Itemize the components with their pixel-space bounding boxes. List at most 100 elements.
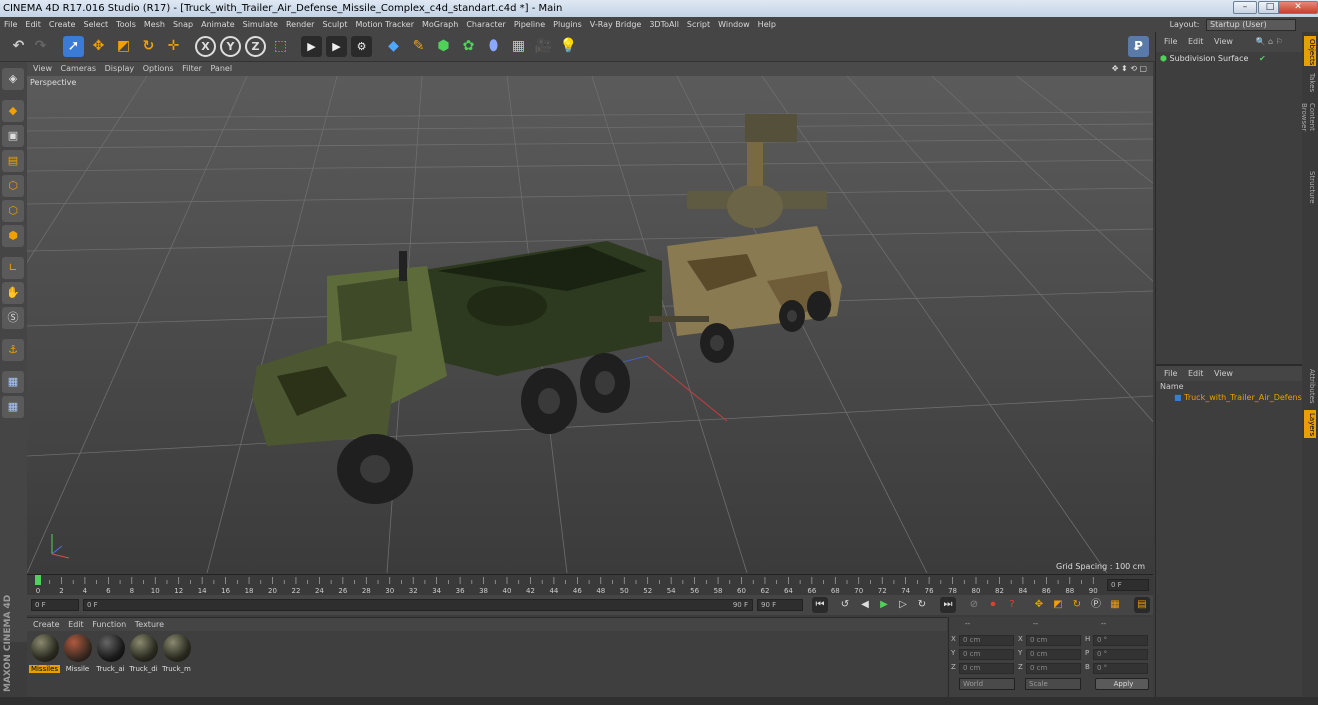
rotation-p-field[interactable]: 0 ° <box>1093 649 1148 660</box>
rotation-h-field[interactable]: 0 ° <box>1093 635 1148 646</box>
key-parameter-icon[interactable]: Ⓟ <box>1088 597 1104 613</box>
menu-tools[interactable]: Tools <box>112 17 140 32</box>
material-swatch[interactable]: Missiles <box>29 634 60 676</box>
render-settings-icon[interactable]: ⚙ <box>351 36 372 57</box>
make-editable-icon[interactable]: ◈ <box>2 68 24 90</box>
layer-menu-file[interactable]: File <box>1164 369 1177 378</box>
truck-model[interactable] <box>252 241 662 504</box>
play-icon[interactable]: ▶ <box>876 597 892 613</box>
position-x-field[interactable]: 0 cm <box>959 635 1014 646</box>
playhead-marker[interactable] <box>35 575 41 585</box>
size-x-field[interactable]: 0 cm <box>1026 635 1081 646</box>
floor-icon[interactable]: ▦ <box>508 36 529 57</box>
render-picture-viewer-icon[interactable]: ▶ <box>326 36 347 57</box>
tab-layers[interactable]: Layers <box>1304 410 1316 438</box>
previous-frame-icon[interactable]: ◀ <box>857 597 873 613</box>
material-menu-create[interactable]: Create <box>33 620 60 629</box>
object-menu-file[interactable]: File <box>1164 37 1177 46</box>
menu-mograph[interactable]: MoGraph <box>418 17 462 32</box>
select-tool-icon[interactable]: ➚ <box>63 36 84 57</box>
workplane-mode-icon[interactable]: ▤ <box>2 150 24 172</box>
object-enabled-check-icon[interactable]: ✔ <box>1259 52 1266 66</box>
axis-mode-icon[interactable]: ∟ <box>2 257 24 279</box>
model-mode-icon[interactable]: ◆ <box>2 100 24 122</box>
scale-mode-dropdown[interactable]: Scale <box>1025 678 1081 690</box>
tab-takes[interactable]: Takes <box>1304 70 1316 96</box>
menu-character[interactable]: Character <box>462 17 510 32</box>
points-mode-icon[interactable]: ⬡ <box>2 175 24 197</box>
key-position-icon[interactable]: ✥ <box>1031 597 1047 613</box>
size-z-field[interactable]: 0 cm <box>1026 663 1081 674</box>
menu-help[interactable]: Help <box>754 17 780 32</box>
material-swatch[interactable]: Truck_ai <box>95 634 126 676</box>
next-key-icon[interactable]: ↻ <box>914 597 930 613</box>
viewport-navigation-icons[interactable]: ✥ ⬍ ⟲ ▢ <box>1112 62 1147 76</box>
timeline-ruler[interactable]: 0 2 4 6 8 10 12 14 16 18 20 22 24 26 28 30 32 34 36 38 40 42 4… <box>27 574 1153 595</box>
menu-snap[interactable]: Snap <box>169 17 197 32</box>
cloner-icon[interactable]: ✿ <box>458 36 479 57</box>
record-active-icon[interactable]: ⊘ <box>966 597 982 613</box>
viewport-menu-cameras[interactable]: Cameras <box>61 64 97 73</box>
close-button[interactable]: ✕ <box>1278 1 1318 14</box>
position-z-field[interactable]: 0 cm <box>959 663 1014 674</box>
cube-primitive-icon[interactable]: ◆ <box>383 36 404 57</box>
tab-attributes[interactable]: Attributes <box>1304 366 1316 406</box>
key-scale-icon[interactable]: ◩ <box>1050 597 1066 613</box>
menu-script[interactable]: Script <box>683 17 714 32</box>
viewport-menu-view[interactable]: View <box>33 64 52 73</box>
next-frame-icon[interactable]: ▷ <box>895 597 911 613</box>
redo-icon[interactable]: ↷ <box>30 36 51 57</box>
timeline-end-field[interactable]: 0 F <box>1107 579 1149 591</box>
scale-tool-icon[interactable]: ◩ <box>113 36 134 57</box>
object-row[interactable]: ⬢ Subdivision Surface ✔ <box>1156 52 1302 66</box>
material-menu-function[interactable]: Function <box>92 620 126 629</box>
menu-simulate[interactable]: Simulate <box>239 17 282 32</box>
menu-window[interactable]: Window <box>714 17 754 32</box>
menu-file[interactable]: File <box>0 17 21 32</box>
menu-3dtoall[interactable]: 3DToAll <box>645 17 683 32</box>
pen-spline-icon[interactable]: ✎ <box>408 36 429 57</box>
keyframe-selection-icon[interactable]: ? <box>1004 597 1020 613</box>
workplane-icon[interactable]: ⚓ <box>2 339 24 361</box>
frame-range-slider[interactable]: 0 F 90 F <box>83 599 753 611</box>
layout-dropdown[interactable]: Startup (User) <box>1206 18 1296 31</box>
menu-edit[interactable]: Edit <box>21 17 45 32</box>
viewport-menu-options[interactable]: Options <box>143 64 174 73</box>
layer-menu-view[interactable]: View <box>1214 369 1233 378</box>
key-rotation-icon[interactable]: ↻ <box>1069 597 1085 613</box>
3d-viewport[interactable]: Perspective Grid Spacing : 100 cm <box>27 76 1153 573</box>
material-swatch[interactable]: Missile <box>62 634 93 676</box>
autokey-icon[interactable]: ⏺ <box>985 597 1001 613</box>
viewport-menu-display[interactable]: Display <box>105 64 135 73</box>
menu-create[interactable]: Create <box>45 17 80 32</box>
material-swatch[interactable]: Truck_di <box>128 634 159 676</box>
go-to-start-icon[interactable]: ⏮ <box>812 597 828 613</box>
go-to-end-icon[interactable]: ⏭ <box>940 597 956 613</box>
layer-menu-edit[interactable]: Edit <box>1188 369 1204 378</box>
z-axis-lock-icon[interactable]: Z <box>245 36 266 57</box>
material-menu-texture[interactable]: Texture <box>135 620 164 629</box>
menu-select[interactable]: Select <box>79 17 112 32</box>
key-pla-icon[interactable]: ▦ <box>1107 597 1123 613</box>
max-frame-field[interactable]: 90 F <box>757 599 803 611</box>
menu-motion-tracker[interactable]: Motion Tracker <box>351 17 418 32</box>
y-axis-lock-icon[interactable]: Y <box>220 36 241 57</box>
tab-content-browser[interactable]: Content Browser <box>1300 100 1316 164</box>
x-axis-lock-icon[interactable]: X <box>195 36 216 57</box>
lock-workplane-icon[interactable]: ▦ <box>2 371 24 393</box>
subdivision-generator-icon[interactable]: ⬢ <box>433 36 454 57</box>
texture-mode-icon[interactable]: ▣ <box>2 125 24 147</box>
timeline-layout-icon[interactable]: ▤ <box>1134 597 1150 613</box>
tab-structure[interactable]: Structure <box>1304 168 1316 208</box>
viewport-menu-panel[interactable]: Panel <box>210 64 232 73</box>
apply-button[interactable]: Apply <box>1095 678 1149 690</box>
light-icon[interactable]: 💡 <box>558 36 579 57</box>
position-y-field[interactable]: 0 cm <box>959 649 1014 660</box>
render-view-icon[interactable]: ▶ <box>301 36 322 57</box>
polygons-mode-icon[interactable]: ⬢ <box>2 225 24 247</box>
current-frame-field[interactable]: 0 F <box>31 599 79 611</box>
tab-objects[interactable]: Objects <box>1304 36 1316 66</box>
object-menu-view[interactable]: View <box>1214 37 1233 46</box>
menu-sculpt[interactable]: Sculpt <box>318 17 351 32</box>
coordinate-system-icon[interactable]: ⬚ <box>270 36 291 57</box>
